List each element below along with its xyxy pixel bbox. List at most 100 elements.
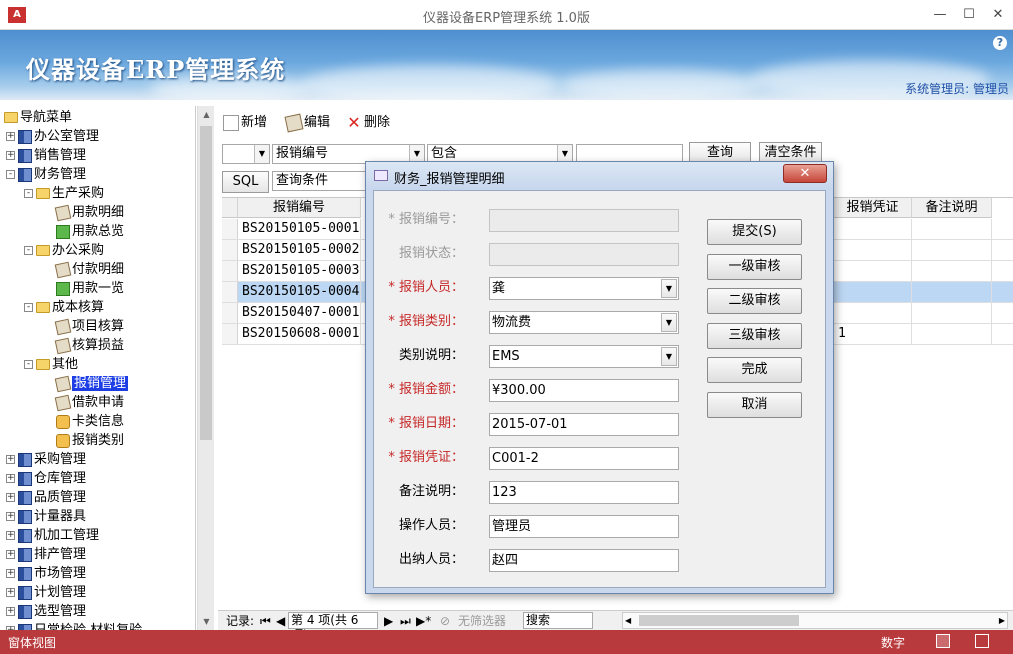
new-record-icon[interactable]: ▶*: [416, 613, 431, 629]
cell-remark[interactable]: [912, 261, 992, 281]
nav-item[interactable]: + 采购管理: [6, 450, 86, 469]
column-header-id[interactable]: 报销编号: [238, 198, 361, 218]
delete-button[interactable]: ✕ 删除: [346, 113, 390, 133]
text-field[interactable]: 123: [489, 481, 679, 504]
nav-item[interactable]: 项目核算: [42, 317, 124, 336]
cell-voucher[interactable]: 1: [834, 324, 912, 344]
cell-id[interactable]: BS20150105-0004: [238, 282, 361, 302]
text-field[interactable]: 管理员: [489, 515, 679, 538]
nav-item[interactable]: 报销类别: [42, 431, 124, 450]
level3-review-button[interactable]: 三级审核: [707, 322, 802, 349]
row-selector[interactable]: [222, 261, 238, 281]
row-selector[interactable]: [222, 303, 238, 323]
text-field[interactable]: C001-2: [489, 447, 679, 470]
last-record-icon[interactable]: ⏭: [400, 613, 411, 629]
nav-item[interactable]: + 仓库管理: [6, 469, 86, 488]
row-selector[interactable]: [222, 324, 238, 344]
cell-id[interactable]: BS20150105-0002: [238, 240, 361, 260]
scroll-right-icon[interactable]: ▶: [999, 613, 1005, 629]
expand-icon[interactable]: +: [6, 455, 15, 464]
nav-item[interactable]: + 排产管理: [6, 545, 86, 564]
nav-item[interactable]: - 生产采购: [24, 184, 104, 203]
nav-item[interactable]: + 机加工管理: [6, 526, 99, 545]
row-selector[interactable]: [222, 282, 238, 302]
nav-item[interactable]: + 计量器具: [6, 507, 86, 526]
nav-scrollbar[interactable]: ▲ ▼: [197, 106, 214, 630]
cell-voucher[interactable]: [834, 303, 912, 323]
nav-item[interactable]: + 市场管理: [6, 564, 86, 583]
nav-item[interactable]: +日常检验 材料复验: [6, 621, 142, 630]
complete-button[interactable]: 完成: [707, 357, 802, 383]
nav-item[interactable]: + 计划管理: [6, 583, 86, 602]
nav-item[interactable]: 付款明细: [42, 260, 124, 279]
cell-id[interactable]: BS20150105-0001: [238, 219, 361, 239]
cell-id[interactable]: BS20150608-0001: [238, 324, 361, 344]
text-field[interactable]: ¥300.00: [489, 379, 679, 402]
nav-item[interactable]: 借款申请: [42, 393, 124, 412]
submit-button[interactable]: 提交(S): [707, 219, 802, 245]
expand-icon[interactable]: +: [6, 132, 15, 141]
chevron-down-icon[interactable]: ▼: [661, 313, 677, 332]
nav-item[interactable]: + 销售管理: [6, 146, 86, 165]
expand-icon[interactable]: +: [6, 588, 15, 597]
chevron-down-icon[interactable]: ▼: [661, 279, 677, 298]
level1-review-button[interactable]: 一级审核: [707, 253, 802, 280]
row-selector[interactable]: [222, 240, 238, 260]
nav-item[interactable]: 用款总览: [42, 222, 124, 241]
cell-voucher[interactable]: [834, 240, 912, 260]
column-header-voucher[interactable]: 报销凭证: [834, 198, 912, 218]
cell-remark[interactable]: [912, 303, 992, 323]
expand-icon[interactable]: +: [6, 151, 15, 160]
expand-icon[interactable]: +: [6, 512, 15, 521]
collapse-icon[interactable]: -: [24, 303, 33, 312]
nav-item[interactable]: - 办公采购: [24, 241, 104, 260]
row-selector[interactable]: [222, 219, 238, 239]
column-header-remark[interactable]: 备注说明: [912, 198, 992, 218]
expand-icon[interactable]: +: [6, 474, 15, 483]
collapse-icon[interactable]: -: [24, 189, 33, 198]
scroll-left-icon[interactable]: ◀: [625, 613, 631, 629]
expand-icon[interactable]: +: [6, 493, 15, 502]
nav-root[interactable]: 导航菜单: [4, 108, 72, 127]
cell-remark[interactable]: [912, 324, 992, 344]
horizontal-scrollbar[interactable]: ◀ ▶: [622, 612, 1008, 629]
collapse-icon[interactable]: -: [24, 360, 33, 369]
cell-voucher[interactable]: [834, 282, 912, 302]
expand-icon[interactable]: +: [6, 569, 15, 578]
no-filter-label[interactable]: 无筛选器: [458, 613, 506, 629]
grid-corner[interactable]: [222, 198, 238, 218]
combo-field[interactable]: EMS ▼: [489, 345, 679, 368]
expand-icon[interactable]: +: [6, 531, 15, 540]
nav-item[interactable]: 卡类信息: [42, 412, 124, 431]
sql-button[interactable]: SQL: [222, 171, 269, 193]
text-field[interactable]: 2015-07-01: [489, 413, 679, 436]
chevron-down-icon[interactable]: ▼: [661, 347, 677, 366]
nav-item[interactable]: 用款一览: [42, 279, 124, 298]
expand-icon[interactable]: +: [6, 550, 15, 559]
nav-item[interactable]: - 成本核算: [24, 298, 104, 317]
collapse-icon[interactable]: -: [24, 246, 33, 255]
nav-item[interactable]: 核算损益: [42, 336, 124, 355]
first-record-icon[interactable]: ⏮: [260, 613, 271, 629]
cell-remark[interactable]: [912, 282, 992, 302]
cell-id[interactable]: BS20150407-0001: [238, 303, 361, 323]
nav-item[interactable]: - 其他: [24, 355, 78, 374]
minimize-button[interactable]: —: [926, 4, 954, 26]
cell-voucher[interactable]: [834, 219, 912, 239]
next-record-icon[interactable]: ▶: [384, 613, 393, 629]
edit-button[interactable]: 编辑: [284, 113, 330, 133]
prev-record-icon[interactable]: ◀: [276, 613, 285, 629]
search-input[interactable]: 搜索: [523, 612, 593, 629]
new-button[interactable]: 新增: [223, 113, 267, 133]
nav-item[interactable]: 报销管理: [42, 374, 129, 393]
chevron-down-icon[interactable]: ▼: [254, 145, 269, 163]
dialog-close-button[interactable]: ✕: [783, 164, 827, 183]
nav-item[interactable]: 用款明细: [42, 203, 124, 222]
cell-voucher[interactable]: [834, 261, 912, 281]
text-field[interactable]: 赵四: [489, 549, 679, 572]
text-field[interactable]: [489, 243, 679, 266]
collapse-icon[interactable]: -: [6, 170, 15, 179]
cell-remark[interactable]: [912, 240, 992, 260]
scroll-down-icon[interactable]: ▼: [198, 613, 215, 630]
design-view-icon[interactable]: [975, 634, 989, 648]
